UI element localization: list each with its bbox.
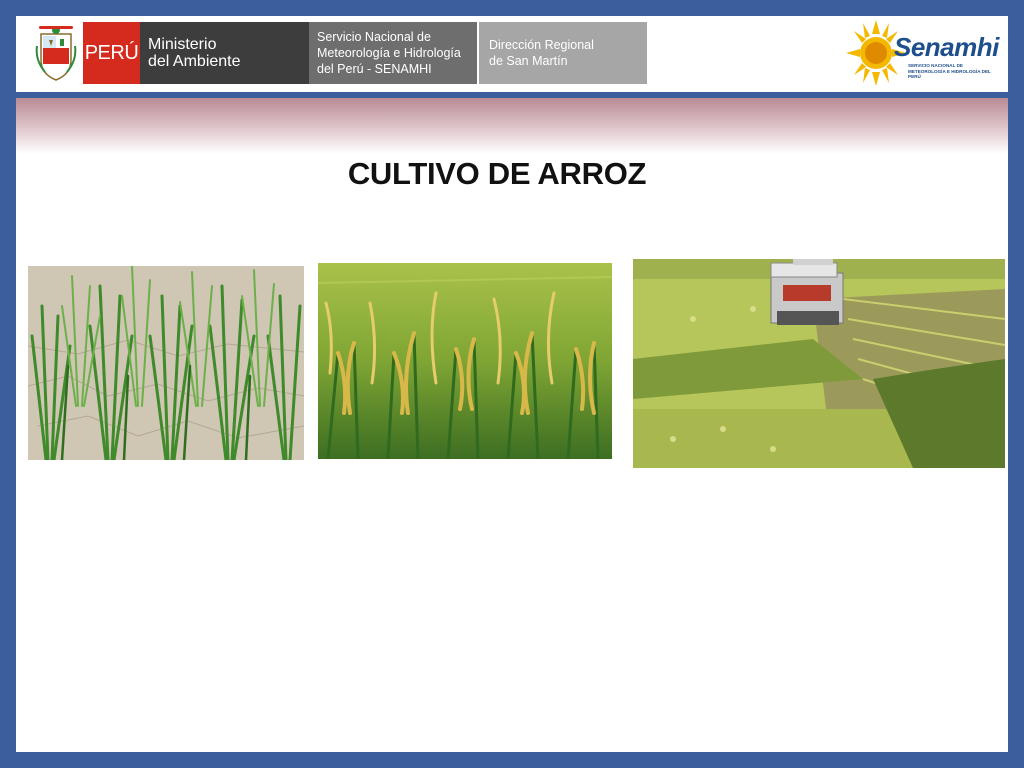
slide: PERÚ Ministerio del Ambiente Servicio Na…	[16, 16, 1008, 752]
senamhi-logo-name: Senamhi	[894, 32, 999, 62]
senamhi-text-block: Servicio Nacional de Meteorología e Hidr…	[309, 22, 477, 84]
ministry-line-2: del Ambiente	[148, 53, 241, 70]
header-bar: PERÚ Ministerio del Ambiente Servicio Na…	[16, 16, 1008, 92]
ministry-block: Ministerio del Ambiente	[140, 22, 309, 84]
direction-line-2: de San Martín	[489, 54, 568, 68]
senamhi-logo: Senamhi SERVICIO NACIONAL DE METEOROLOGÍ…	[846, 20, 999, 86]
senamhi-line-2: Meteorología e Hidrología	[317, 46, 461, 60]
rice-seedlings-photo	[28, 266, 304, 460]
senamhi-line-1: Servicio Nacional de	[317, 30, 431, 44]
harvester-machine	[770, 259, 844, 325]
peru-label-block: PERÚ	[83, 22, 140, 84]
rice-harvester-photo	[633, 259, 1005, 468]
rice-panicles-photo	[318, 263, 612, 459]
ministry-line-1: Ministerio	[148, 36, 217, 53]
peru-label: PERÚ	[84, 41, 139, 64]
slide-title: CULTIVO DE ARROZ	[347, 156, 647, 191]
senamhi-line-3: del Perú - SENAMHI	[317, 62, 432, 76]
peru-coat-of-arms-icon	[35, 26, 77, 81]
direction-block: Dirección Regional de San Martín	[479, 22, 647, 84]
direction-line-1: Dirección Regional	[489, 38, 594, 52]
senamhi-logo-subtitle: SERVICIO NACIONAL DE METEOROLOGÍA E HIDR…	[908, 63, 991, 79]
title-gradient-band	[16, 98, 1008, 154]
